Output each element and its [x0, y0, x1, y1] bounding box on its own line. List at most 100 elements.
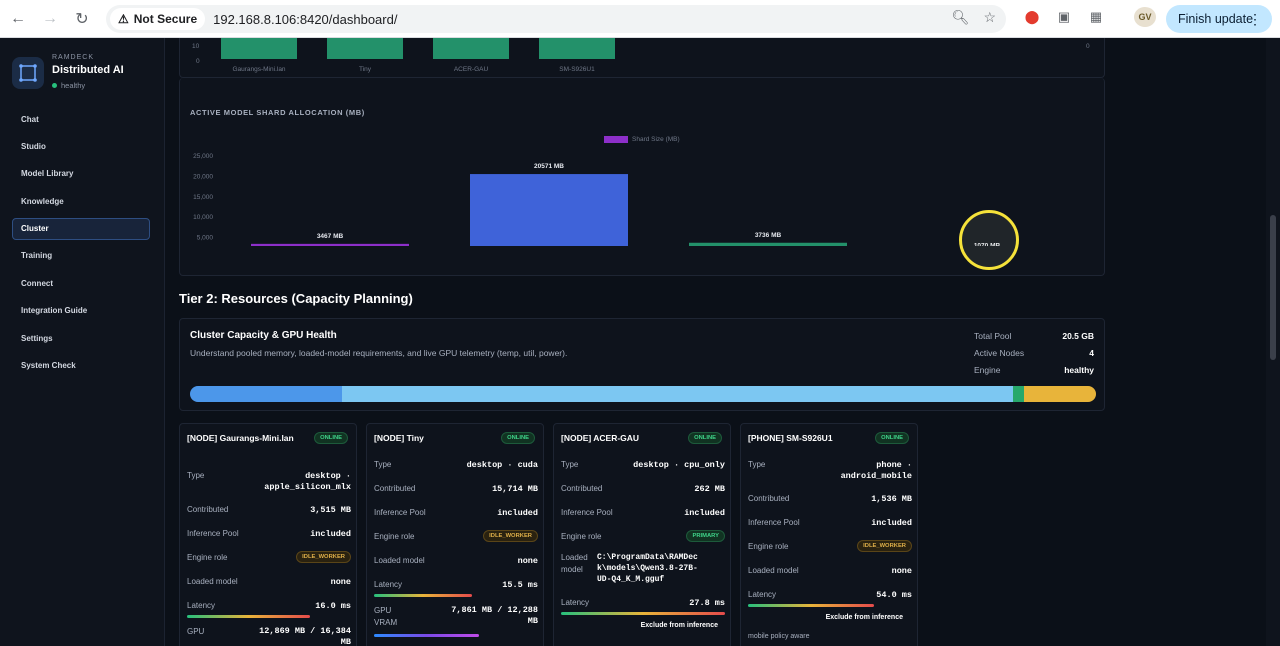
security-chip[interactable]: ⚠ Not Secure — [110, 8, 206, 30]
row-engine-role: Engine role PRIMARY — [561, 530, 725, 542]
row-value: 1,536 MB — [871, 494, 912, 504]
forward-arrow-icon[interactable]: → — [36, 5, 64, 33]
stat-engine: Engine healthy — [974, 365, 1094, 375]
row-label: Loaded model — [748, 566, 799, 575]
status-badge: ONLINE — [501, 432, 535, 444]
row-label: Engine role — [748, 542, 789, 551]
stat-label: Engine — [974, 365, 1001, 375]
row-value: included — [684, 508, 725, 518]
status-badge: ONLINE — [875, 432, 909, 444]
status-badge: ONLINE — [688, 432, 722, 444]
extensions-puzzle-icon[interactable]: ▦ — [1086, 7, 1106, 27]
profile-avatar[interactable]: GV — [1134, 7, 1156, 27]
row-engine-role: Engine role IDLE_WORKER — [374, 530, 538, 542]
shard-bar-acer-gau[interactable] — [251, 243, 409, 246]
row-inference-pool: Inference Pool included — [187, 529, 351, 539]
sidebar-item-connect[interactable]: Connect — [12, 272, 150, 294]
exclude-from-inference-button[interactable]: Exclude from inference — [641, 622, 718, 629]
brand: RAMDECK Distributed AI healthy — [12, 54, 152, 94]
url-text[interactable]: 192.168.8.106:8420/dashboard/ — [213, 12, 397, 27]
row-value: 54.0 ms — [876, 590, 912, 600]
sidebar-item-training[interactable]: Training — [12, 245, 150, 267]
node-card: [NODE] Tiny ONLINE Type desktop · cuda Contr… — [366, 423, 544, 646]
stat-active-nodes: Active Nodes 4 — [974, 348, 1094, 358]
row-value: 262 MB — [694, 484, 725, 494]
row-label: Inference Pool — [561, 508, 613, 517]
menu-dots-icon[interactable]: ⋮ — [1248, 11, 1262, 28]
row-type: Type desktop · cpu_only — [561, 460, 725, 470]
row-value: desktop · cuda — [466, 460, 538, 470]
address-bar[interactable]: ⚠ Not Secure 192.168.8.106:8420/dashboar… — [106, 5, 1006, 33]
capacity-subtitle: Understand pooled memory, loaded-model r… — [190, 348, 568, 358]
browser-toolbar: ← → ↻ ⚠ Not Secure 192.168.8.106:8420/da… — [0, 0, 1280, 38]
value-line: C:\ProgramData\RAMDec — [597, 553, 698, 562]
bookmark-star-icon[interactable]: ☆ — [983, 9, 996, 26]
sidebar-item-studio[interactable]: Studio — [12, 135, 150, 157]
y-tick: 10,000 — [193, 214, 213, 221]
row-label: Inference Pool — [187, 529, 239, 538]
exclude-from-inference-button[interactable]: Exclude from inference — [826, 614, 903, 621]
row-value: included — [497, 508, 538, 518]
row-value: desktop · apple_silicon_mlx — [264, 471, 351, 492]
row-label: Type — [374, 460, 392, 469]
value-line: UD-Q4_K_M.gguf — [597, 575, 665, 584]
row-value: desktop · cpu_only — [633, 460, 725, 470]
shard-bar-tiny[interactable] — [470, 174, 628, 246]
sidebar-item-knowledge[interactable]: Knowledge — [12, 190, 150, 212]
sidebar-item-chat[interactable]: Chat — [12, 108, 150, 130]
sidebar-item-system-check[interactable]: System Check — [12, 355, 150, 377]
capacity-segment — [190, 386, 343, 402]
node-title: [NODE] Tiny — [374, 433, 424, 443]
row-loaded-model: Loaded model none — [374, 556, 538, 566]
row-value: 16.0 ms — [315, 601, 351, 611]
tier2-heading: Tier 2: Resources (Capacity Planning) — [179, 291, 413, 306]
capacity-card: Cluster Capacity & GPU Health Understand… — [179, 318, 1105, 411]
brand-subtitle: RAMDECK — [52, 54, 95, 61]
value-line: k\models\Qwen3.8-27B- — [597, 564, 698, 573]
row-gpu: GPU 12,869 MB / 16,384 MB — [187, 626, 351, 646]
row-value: none — [517, 556, 538, 566]
sidebar-item-cluster[interactable]: Cluster — [12, 217, 150, 240]
latency-bar — [374, 594, 473, 597]
zoom-icon[interactable]: 🔍︎ — [952, 9, 970, 26]
row-value: none — [891, 566, 912, 576]
latency-bar — [187, 615, 310, 618]
mobile-policy-note: mobile policy aware — [748, 633, 810, 640]
y-tick: 25,000 — [193, 153, 213, 160]
extension-media-icon[interactable]: ▣ — [1054, 7, 1074, 27]
sidebar: RAMDECK Distributed AI healthy Chat Studi… — [0, 38, 165, 646]
row-label: Type — [561, 460, 579, 469]
capacity-bar — [190, 386, 1096, 402]
row-label: GPU VRAM — [374, 606, 398, 627]
node-card: [NODE] Gaurangs-Mini.lan ONLINE Type deskto… — [179, 423, 357, 646]
row-label: Loaded model — [374, 556, 425, 565]
shard-bar-gaurangs-mini.lan[interactable] — [689, 242, 847, 246]
row-value: 3,515 MB — [310, 505, 351, 515]
row-label: Loaded model — [187, 577, 238, 586]
latency-bar — [561, 612, 725, 615]
row-engine-role: Engine role IDLE_WORKER — [748, 540, 912, 552]
row-label: Type — [748, 460, 766, 469]
extension-shield-icon[interactable]: ⬤ — [1022, 7, 1042, 27]
row-label: Latency — [374, 580, 403, 589]
sidebar-item-model-library[interactable]: Model Library — [12, 163, 150, 185]
capacity-segment — [1024, 386, 1096, 402]
role-badge: IDLE_WORKER — [296, 551, 351, 563]
role-badge: IDLE_WORKER — [483, 530, 538, 542]
gpu-bar — [374, 634, 479, 637]
cursor-highlight — [959, 210, 1019, 270]
sidebar-item-settings[interactable]: Settings — [12, 327, 150, 349]
row-value: phone · android_mobile — [840, 460, 912, 481]
scrollbar-thumb[interactable] — [1270, 215, 1276, 360]
reload-icon[interactable]: ↻ — [68, 5, 96, 33]
row-label: Contributed — [748, 494, 790, 503]
row-loaded-model: Loaded model C:\ProgramData\RAMDec k\model… — [561, 552, 725, 584]
row-label: Latency — [561, 598, 590, 607]
y-tick: 5,000 — [197, 235, 214, 242]
finish-update-button[interactable]: Finish update ⋮ — [1166, 5, 1272, 33]
sidebar-item-integration-guide[interactable]: Integration Guide — [12, 300, 150, 322]
row-inference-pool: Inference Pool included — [374, 508, 538, 518]
stat-label: Active Nodes — [974, 348, 1025, 358]
node-title: [NODE] ACER-GAU — [561, 433, 640, 443]
back-arrow-icon[interactable]: ← — [4, 5, 32, 33]
